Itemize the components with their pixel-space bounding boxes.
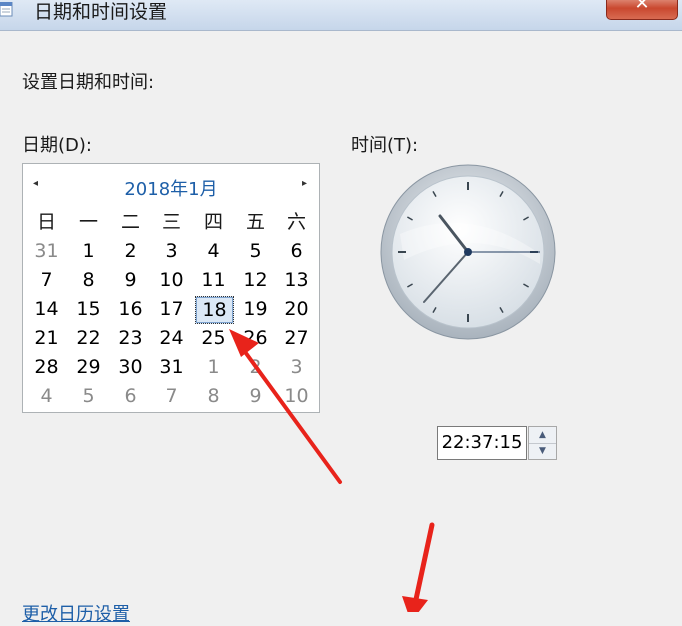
annotation-arrows — [229, 329, 435, 612]
arrow-pointer-icon — [402, 522, 435, 612]
arrow-pointer-icon — [229, 329, 342, 484]
